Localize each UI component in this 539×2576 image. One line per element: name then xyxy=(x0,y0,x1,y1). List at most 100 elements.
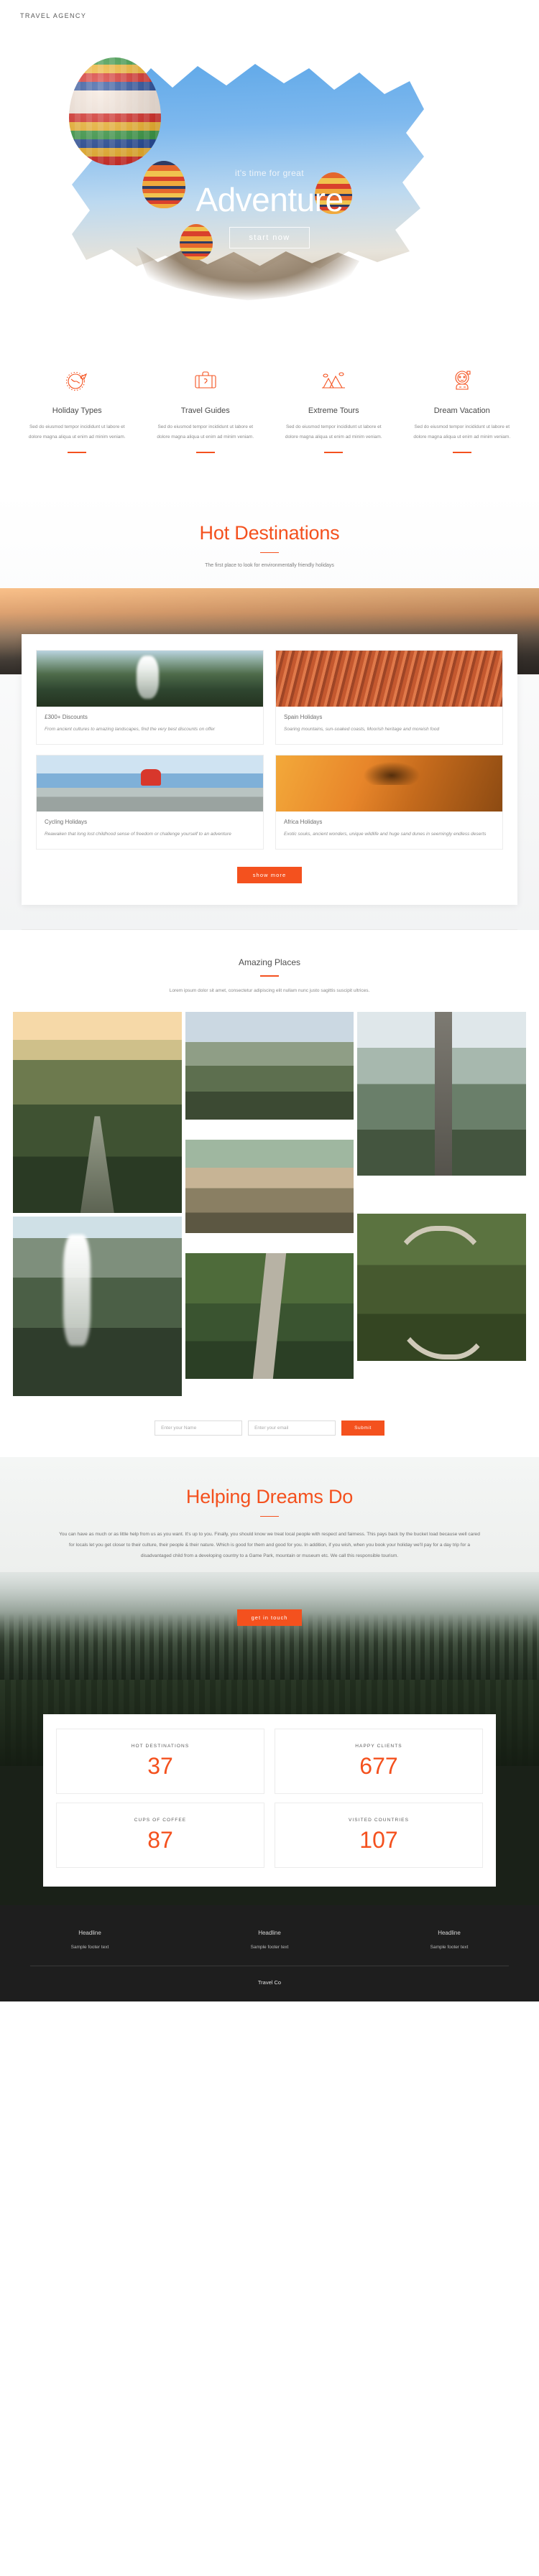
destination-card[interactable]: Spain Holidays Soaring mountains, sun-so… xyxy=(275,650,503,745)
footer-text[interactable]: Sample footer text xyxy=(359,1945,539,1950)
feature-underline xyxy=(195,452,215,453)
hero-kicker: it's time for great xyxy=(235,168,304,178)
footer-column: Headline Sample footer text xyxy=(0,1930,180,1950)
gallery-column-center xyxy=(185,1011,354,1396)
destination-card-grid: £300+ Discounts From ancient cultures to… xyxy=(36,650,503,850)
gallery-column-right xyxy=(357,1011,526,1396)
stat-label: CUPS OF COFFEE xyxy=(134,1817,187,1823)
start-now-button[interactable]: start now xyxy=(229,227,310,249)
card-title: Cycling Holidays xyxy=(45,819,88,826)
stat-value: 37 xyxy=(147,1752,173,1779)
stat-card: HOT DESTINATIONS 37 xyxy=(56,1728,264,1794)
gallery-photo[interactable] xyxy=(13,1011,182,1213)
gallery-photo[interactable] xyxy=(185,1011,354,1120)
card-description: Exotic souks, ancient wonders, unique wi… xyxy=(284,832,487,837)
feature-text: Sed do eiusmod tempor incididunt ut labo… xyxy=(28,424,126,440)
stat-card: CUPS OF COFFEE 87 xyxy=(56,1802,264,1868)
photo-gallery xyxy=(0,1011,539,1396)
amazing-places-title: Amazing Places xyxy=(238,957,301,968)
feature-title: Extreme Tours xyxy=(308,406,359,415)
feature-underline xyxy=(68,452,87,453)
destination-card[interactable]: £300+ Discounts From ancient cultures to… xyxy=(36,650,264,745)
feature-holiday-types: Holiday Types Sed do eiusmod tempor inci… xyxy=(13,366,142,453)
stat-card: HAPPY CLIENTS 677 xyxy=(275,1728,483,1794)
footer-text[interactable]: Sample footer text xyxy=(0,1945,180,1950)
card-title: Spain Holidays xyxy=(284,714,323,721)
feature-travel-guides: Travel Guides Sed do eiusmod tempor inci… xyxy=(142,366,270,453)
card-description: Soaring mountains, sun-soaked coasts, Mo… xyxy=(284,727,440,733)
gallery-photo[interactable] xyxy=(357,1214,526,1362)
helping-dreams-section: Helping Dreams Do You can have as much o… xyxy=(0,1456,539,1680)
hot-destinations-subtitle: The first place to look for environmenta… xyxy=(205,563,334,569)
show-more-wrapper: show more xyxy=(36,867,503,884)
card-image xyxy=(37,651,263,707)
gallery-photo[interactable] xyxy=(357,1011,526,1176)
stat-value: 107 xyxy=(359,1826,398,1853)
get-in-touch-button[interactable]: get in touch xyxy=(236,1609,303,1626)
stat-value: 677 xyxy=(359,1752,398,1779)
site-footer: Headline Sample footer text Headline Sam… xyxy=(0,1905,539,2001)
features-section: Holiday Types Sed do eiusmod tempor inci… xyxy=(0,348,539,490)
feature-title: Holiday Types xyxy=(52,406,102,415)
hot-destinations-section: Hot Destinations The first place to look… xyxy=(0,490,539,931)
card-title: Africa Holidays xyxy=(284,819,323,826)
hot-air-balloon-large xyxy=(69,57,161,165)
section-divider xyxy=(22,929,517,931)
submit-button[interactable]: Submit xyxy=(341,1420,384,1436)
footer-column: Headline Sample footer text xyxy=(180,1930,359,1950)
footer-column: Headline Sample footer text xyxy=(359,1930,539,1950)
feature-title: Dream Vacation xyxy=(433,406,490,415)
dreams-body-text: You can have as much or as little help f… xyxy=(59,1532,480,1558)
footer-columns: Headline Sample footer text Headline Sam… xyxy=(0,1930,539,1950)
brand-logo[interactable]: TRAVEL AGENCY xyxy=(20,12,86,19)
email-input[interactable] xyxy=(248,1420,336,1436)
show-more-button[interactable]: show more xyxy=(236,867,303,884)
gallery-photo[interactable] xyxy=(185,1253,354,1380)
stat-label: VISITED COUNTRIES xyxy=(348,1817,410,1823)
card-image xyxy=(37,755,263,812)
suitcase-icon xyxy=(150,366,262,395)
landing-page: TRAVEL AGENCY it's time for great Advent… xyxy=(0,0,539,2001)
dreams-title: Helping Dreams Do xyxy=(185,1485,354,1507)
explorer-person-icon xyxy=(407,366,518,395)
footer-headline: Headline xyxy=(438,1929,461,1936)
gallery-photo[interactable] xyxy=(13,1216,182,1396)
newsletter-form: Submit xyxy=(0,1395,539,1457)
destination-card[interactable]: Cycling Holidays Reawaken that long lost… xyxy=(36,755,264,850)
site-header: TRAVEL AGENCY xyxy=(0,0,539,32)
name-input[interactable] xyxy=(155,1420,243,1436)
hot-destinations-title: Hot Destinations xyxy=(199,521,340,544)
feature-title: Travel Guides xyxy=(180,406,230,415)
footer-headline: Headline xyxy=(258,1929,281,1936)
title-underline xyxy=(260,552,279,554)
footer-headline: Headline xyxy=(78,1929,101,1936)
card-title: £300+ Discounts xyxy=(45,714,88,721)
card-image xyxy=(276,651,502,707)
footer-text[interactable]: Sample footer text xyxy=(180,1945,359,1950)
card-description: Reawaken that long lost childhood sense … xyxy=(45,832,231,837)
gallery-column-left xyxy=(13,1011,182,1396)
stats-section: HOT DESTINATIONS 37 HAPPY CLIENTS 677 CU… xyxy=(0,1679,539,2001)
feature-extreme-tours: Extreme Tours Sed do eiusmod tempor inci… xyxy=(270,366,398,453)
feature-text: Sed do eiusmod tempor incididunt ut labo… xyxy=(157,424,254,440)
stat-label: HOT DESTINATIONS xyxy=(131,1743,190,1749)
feature-text: Sed do eiusmod tempor incididunt ut labo… xyxy=(413,424,511,440)
title-underline xyxy=(260,975,279,977)
feature-underline xyxy=(452,452,471,453)
hero-section: it's time for great Adventure start now xyxy=(0,32,539,348)
hero-copy: it's time for great Adventure start now xyxy=(0,168,539,249)
card-description: From ancient cultures to amazing landsca… xyxy=(45,727,216,733)
gallery-photo[interactable] xyxy=(185,1140,354,1234)
card-image xyxy=(276,755,502,812)
mountains-icon xyxy=(278,366,390,395)
stat-value: 87 xyxy=(147,1826,173,1853)
footer-copyright: Travel Co xyxy=(257,1979,282,1986)
stat-card: VISITED COUNTRIES 107 xyxy=(275,1802,483,1868)
hero-title: Adventure xyxy=(195,181,344,218)
amazing-places-subtitle: Lorem ipsum dolor sit amet, consectetur … xyxy=(169,987,370,993)
feature-underline xyxy=(324,452,344,453)
get-in-touch-wrapper: get in touch xyxy=(0,1609,539,1626)
destination-cards-panel: £300+ Discounts From ancient cultures to… xyxy=(22,634,517,906)
destination-card[interactable]: Africa Holidays Exotic souks, ancient wo… xyxy=(275,755,503,850)
stat-label: HAPPY CLIENTS xyxy=(355,1743,402,1749)
